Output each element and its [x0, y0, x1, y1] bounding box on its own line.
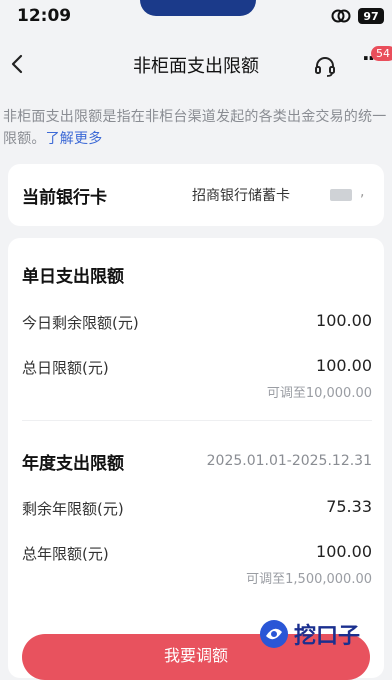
watermark: 挖口子 — [258, 618, 360, 650]
card-number-tail: , — [360, 184, 365, 200]
status-time: 12:09 — [17, 6, 72, 26]
link-icon — [331, 9, 351, 23]
status-icons: 97 — [330, 8, 384, 24]
current-bank-card[interactable]: 当前银行卡 招商银行储蓄卡 , — [8, 164, 384, 226]
learn-more-link[interactable]: 了解更多 — [46, 131, 103, 147]
masked-card-number — [330, 189, 352, 201]
battery-icon: 97 — [358, 8, 384, 24]
yearly-total-hint: 可调至1,500,000.00 — [246, 572, 372, 587]
nav-bar: 非柜面支出限额 ··· 54 — [0, 36, 392, 94]
daily-remaining-value: 100.00 — [316, 311, 372, 330]
status-bar: 12:09 97 — [0, 0, 392, 36]
section-divider — [22, 420, 372, 421]
bank-card-label: 当前银行卡 — [22, 188, 107, 208]
headset-icon[interactable] — [313, 54, 337, 78]
bank-card-value: 招商银行储蓄卡 — [192, 188, 290, 204]
yearly-total-label: 总年限额(元) — [22, 545, 109, 563]
yearly-total-value: 100.00 — [316, 542, 372, 561]
daily-remaining-label: 今日剩余限额(元) — [22, 314, 139, 332]
daily-total-hint: 可调至10,000.00 — [266, 386, 372, 401]
watermark-text: 挖口子 — [294, 624, 361, 649]
daily-total-value: 100.00 — [316, 356, 372, 375]
yearly-remaining-value: 75.33 — [326, 497, 372, 516]
yearly-period: 2025.01.01-2025.12.31 — [206, 453, 372, 469]
yearly-remaining-label: 剩余年限额(元) — [22, 500, 124, 518]
limit-details-card: 单日支出限额 今日剩余限额(元) 100.00 总日限额(元) 100.00 可… — [8, 238, 384, 680]
watermark-logo-icon — [260, 620, 288, 648]
notification-badge: 54 — [371, 46, 392, 61]
limit-description: 非柜面支出限额是指在非柜台渠道发起的各类出金交易的统一限额。了解更多 — [3, 106, 389, 150]
yearly-limit-title: 年度支出限额 — [22, 454, 124, 474]
dynamic-island — [140, 0, 256, 16]
daily-total-label: 总日限额(元) — [22, 359, 109, 377]
daily-limit-title: 单日支出限额 — [22, 267, 124, 287]
